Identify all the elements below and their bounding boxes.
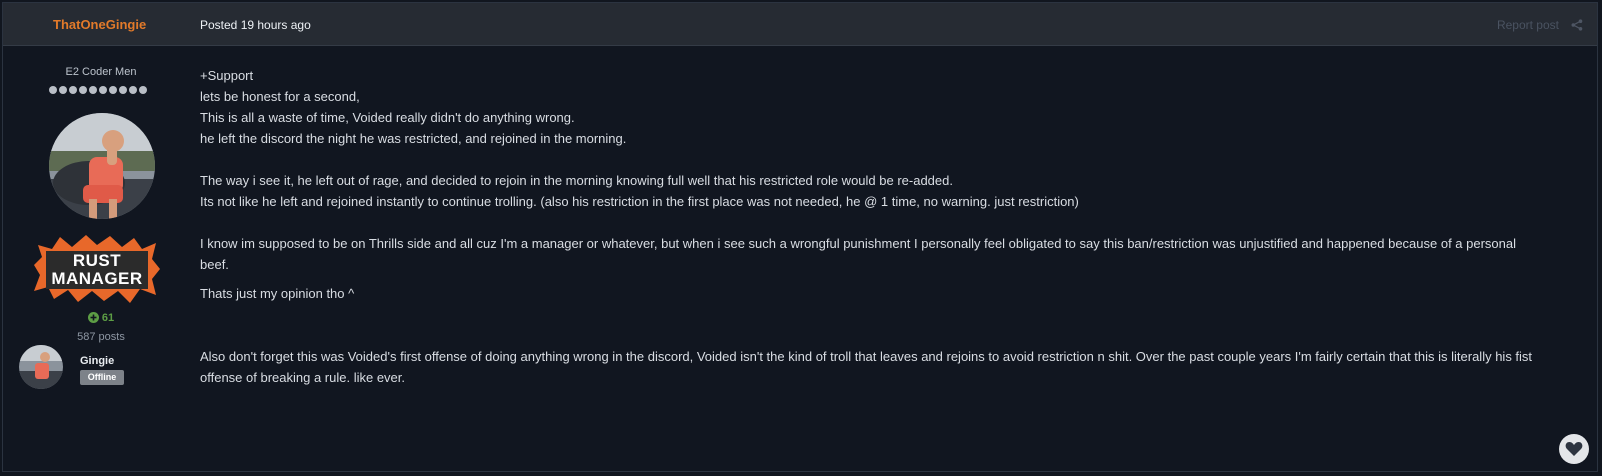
content-line: This is all a waste of time, Voided real…	[200, 110, 575, 125]
rank-pip	[79, 86, 87, 94]
heart-icon	[1565, 442, 1583, 456]
share-icon[interactable]	[1571, 19, 1583, 31]
content-line: Its not like he left and rejoined instan…	[200, 194, 1079, 209]
rank-pip	[49, 86, 57, 94]
avatar[interactable]	[49, 113, 155, 219]
reputation-badge[interactable]: 61	[3, 312, 199, 324]
content-line: The way i see it, he left out of rage, a…	[200, 173, 953, 188]
post-count: 587 posts	[77, 331, 125, 343]
rank-pips	[49, 86, 147, 94]
post-content: +Support lets be honest for a second, Th…	[200, 65, 1550, 388]
rank-badge-text: RUST MANAGER	[34, 252, 160, 288]
content-line: Thats just my opinion tho ^	[200, 286, 355, 301]
plus-circle-icon	[87, 312, 99, 323]
forum-post: ThatOneGingie Posted 19 hours ago Report…	[2, 2, 1598, 472]
linked-account-avatar[interactable]	[19, 345, 63, 389]
post-header: ThatOneGingie Posted 19 hours ago Report…	[3, 3, 1597, 46]
user-title: E2 Coder Men	[65, 66, 137, 78]
rank-line-1: RUST	[72, 251, 122, 270]
rank-pip	[59, 86, 67, 94]
rank-pip	[99, 86, 107, 94]
rank-pip	[129, 86, 137, 94]
rank-pip	[89, 86, 97, 94]
like-button[interactable]	[1559, 434, 1589, 464]
rank-line-2: MANAGER	[51, 269, 143, 288]
report-post-link[interactable]: Report post	[1497, 18, 1559, 32]
status-badge: Offline	[80, 370, 124, 385]
content-line: he left the discord the night he was res…	[200, 131, 627, 146]
content-paragraph: I know im supposed to be on Thrills side…	[200, 236, 1517, 272]
rank-pip	[139, 86, 147, 94]
content-paragraph: Also don't forget this was Voided's firs…	[200, 349, 1533, 385]
author-name-link[interactable]: ThatOneGingie	[53, 17, 146, 32]
post-timestamp[interactable]: Posted 19 hours ago	[200, 18, 311, 32]
reputation-count: 61	[101, 312, 115, 324]
author-panel: E2 Coder Men RUST MANAGER 61 587 posts G…	[3, 45, 189, 469]
rank-pip	[119, 86, 127, 94]
rank-pip	[69, 86, 77, 94]
linked-account-name[interactable]: Gingie	[80, 355, 114, 367]
content-line: lets be honest for a second,	[200, 89, 360, 104]
rank-pip	[109, 86, 117, 94]
content-line: +Support	[200, 68, 254, 83]
